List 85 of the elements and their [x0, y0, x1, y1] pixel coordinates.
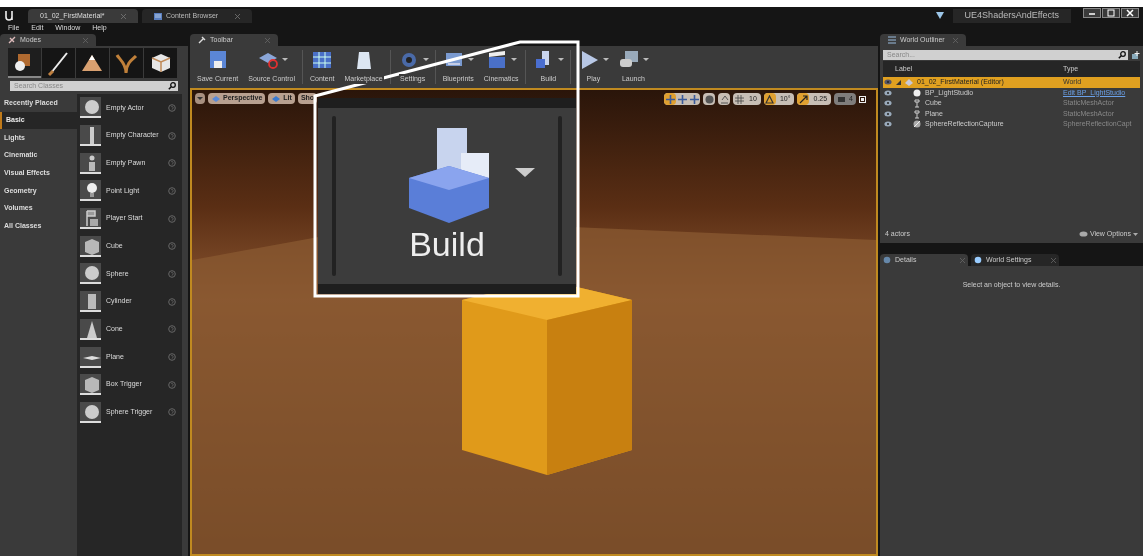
mode-button[interactable]: [8, 48, 41, 78]
help-icon: [168, 186, 176, 195]
grid-snap-toggle[interactable]: [733, 93, 746, 105]
globe-icon: [704, 94, 714, 104]
lit-cube-icon: [271, 95, 282, 102]
close-icon: [235, 13, 240, 19]
mode-button[interactable]: [144, 48, 177, 78]
browser-icon: [154, 12, 162, 20]
surface-icon: [719, 94, 729, 104]
mesh-icon: [912, 98, 922, 109]
camera-icon: [837, 94, 847, 104]
move-icon: [665, 94, 675, 104]
actor-thumbnail[interactable]: [80, 235, 101, 257]
help-icon: [168, 380, 176, 389]
mesh-icon: [912, 108, 922, 119]
close-icon: [1051, 257, 1056, 263]
perspective-icon: [211, 95, 221, 102]
eye-icon: [884, 79, 892, 86]
mode-button[interactable]: [42, 48, 75, 78]
project-icon: [934, 10, 945, 20]
eye-icon: [884, 121, 892, 128]
close-icon: [953, 37, 958, 43]
caret-icon: [1133, 232, 1138, 236]
actor-thumbnail[interactable]: [80, 152, 101, 174]
actor-thumbnail[interactable]: [80, 263, 101, 285]
help-icon: [168, 103, 176, 112]
help-icon: [168, 353, 176, 362]
folder-add-icon: [1130, 50, 1140, 60]
close-icon: [960, 257, 965, 263]
actor-thumbnail[interactable]: [80, 346, 101, 368]
actor-thumbnail[interactable]: [80, 97, 101, 119]
help-icon: [168, 325, 176, 334]
mode-button[interactable]: [76, 48, 109, 78]
help-icon: [168, 242, 176, 251]
close-icon: [83, 37, 88, 43]
actor-thumbnail[interactable]: [80, 208, 101, 230]
capture-icon: [912, 119, 922, 130]
project-name: UE4ShadersAndEffects: [952, 9, 1071, 23]
help-icon: [168, 131, 176, 140]
scale-icon: [689, 94, 699, 104]
help-icon: [168, 159, 176, 168]
magnifier-icon: [883, 256, 891, 264]
world-space-button[interactable]: [703, 93, 716, 105]
eye-icon: [884, 100, 892, 107]
list-icon: [888, 36, 896, 44]
help-icon: [168, 214, 176, 223]
help-icon: [168, 269, 176, 278]
actor-thumbnail[interactable]: [80, 374, 101, 396]
angle-icon: [765, 94, 775, 104]
actor-thumbnail[interactable]: [80, 318, 101, 340]
close-icon: [265, 37, 270, 43]
actor-thumbnail[interactable]: [80, 180, 101, 202]
eye-icon: [1078, 231, 1088, 237]
wrench-icon: [198, 36, 206, 44]
globe-icon: [974, 256, 982, 264]
eye-icon: [884, 89, 892, 96]
maximize-icon: [1105, 8, 1117, 18]
close-button[interactable]: [1121, 8, 1139, 18]
build-label: Build: [409, 223, 485, 265]
close-icon: [1124, 8, 1136, 18]
caret-icon: [515, 167, 535, 178]
maximize-button[interactable]: [1102, 8, 1120, 18]
surface-snap-button[interactable]: [718, 93, 731, 105]
actor-thumbnail[interactable]: [80, 125, 101, 147]
transform-button[interactable]: [688, 93, 701, 105]
scale-snap-toggle[interactable]: [797, 93, 810, 105]
actor-thumbnail[interactable]: [80, 401, 101, 423]
search-icon: [1118, 51, 1126, 59]
world-icon: [904, 77, 914, 88]
grid-icon: [734, 94, 744, 104]
viewport-menu-button[interactable]: [195, 93, 205, 104]
maximize-icon: [859, 95, 866, 103]
help-icon: [168, 408, 176, 417]
scale-arrow-icon: [798, 94, 808, 104]
sphere-icon: [912, 87, 922, 98]
eye-icon: [884, 110, 892, 117]
modes-icon: [8, 36, 16, 44]
rotate-icon: [677, 94, 687, 104]
help-icon: [168, 297, 176, 306]
search-icon: [168, 82, 176, 90]
caret-icon: [197, 96, 203, 101]
close-icon: [121, 13, 126, 19]
actor-thumbnail[interactable]: [80, 291, 101, 313]
minimize-button[interactable]: [1083, 8, 1101, 18]
add-folder-button[interactable]: [1130, 50, 1140, 60]
